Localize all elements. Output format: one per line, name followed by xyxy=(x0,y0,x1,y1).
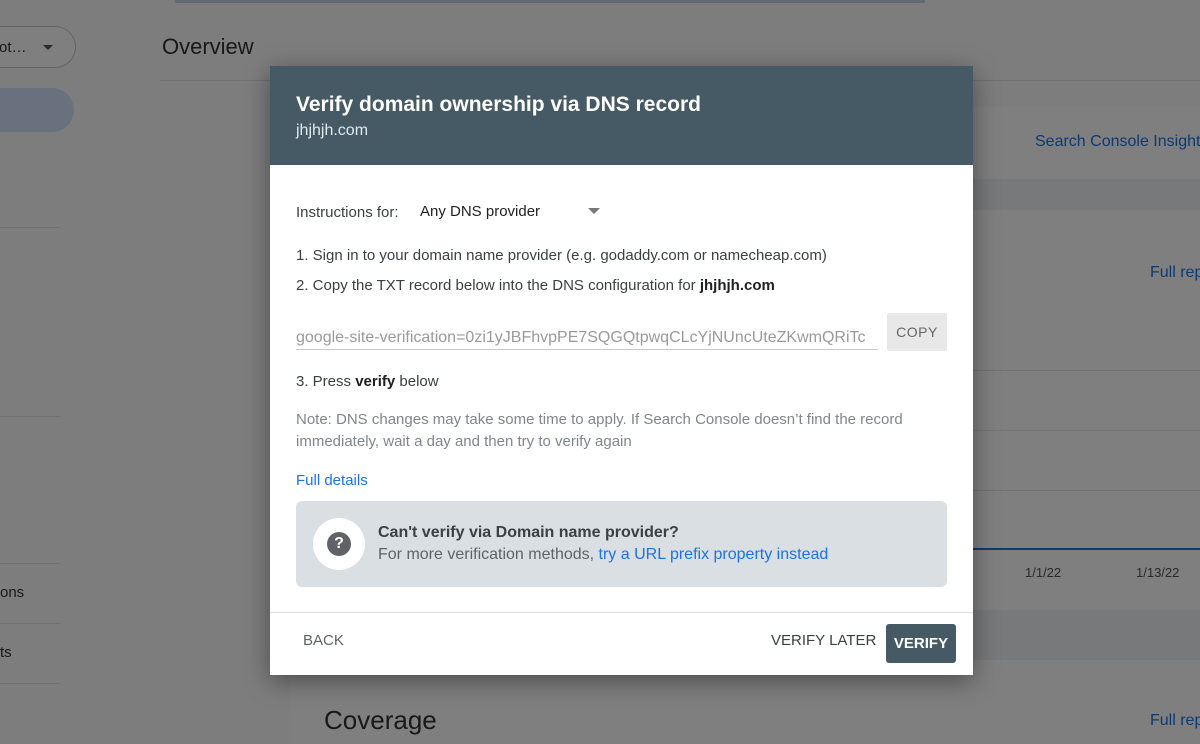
dialog-domain: jhjhjh.com xyxy=(296,122,369,139)
instructions-label: Instructions for: xyxy=(296,204,399,221)
dialog-footer-divider xyxy=(270,612,973,613)
step-2-text: 2. Copy the TXT record below into the DN… xyxy=(296,277,700,294)
dialog-title: Verify domain ownership via DNS record xyxy=(296,93,701,116)
verify-dns-dialog: Verify domain ownership via DNS record j… xyxy=(270,66,973,675)
step-3: 3. Press verify below xyxy=(296,373,439,390)
step-3-verify: verify xyxy=(355,373,396,390)
url-prefix-link[interactable]: try a URL prefix property instead xyxy=(599,546,829,563)
dns-note: Note: DNS changes may take some time to … xyxy=(296,411,903,450)
help-icon-container: ? xyxy=(313,518,365,570)
alternate-method-box: ? Can't verify via Domain name provider?… xyxy=(296,501,947,587)
dropdown-arrow-icon xyxy=(588,208,600,214)
copy-button[interactable]: COPY xyxy=(887,313,947,351)
dialog-header: Verify domain ownership via DNS record j… xyxy=(270,66,973,165)
step-3-text: 3. Press xyxy=(296,373,356,390)
step-2: 2. Copy the TXT record below into the DN… xyxy=(296,277,775,294)
full-details-link[interactable]: Full details xyxy=(296,472,368,489)
step-2-domain: jhjhjh.com xyxy=(699,277,775,294)
txt-record-field[interactable] xyxy=(296,316,878,350)
step-3-suffix: below xyxy=(395,373,439,390)
help-title: Can't verify via Domain name provider? xyxy=(378,524,679,541)
help-icon: ? xyxy=(327,532,351,556)
verify-button[interactable]: VERIFY xyxy=(886,624,956,663)
help-text-prefix: For more verification methods, xyxy=(378,546,599,563)
step-1: 1. Sign in to your domain name provider … xyxy=(296,247,827,264)
verify-later-button[interactable]: VERIFY LATER xyxy=(771,632,876,649)
dns-provider-value: Any DNS provider xyxy=(420,203,541,220)
help-text: For more verification methods, try a URL… xyxy=(378,546,828,564)
back-button[interactable]: BACK xyxy=(303,632,344,649)
